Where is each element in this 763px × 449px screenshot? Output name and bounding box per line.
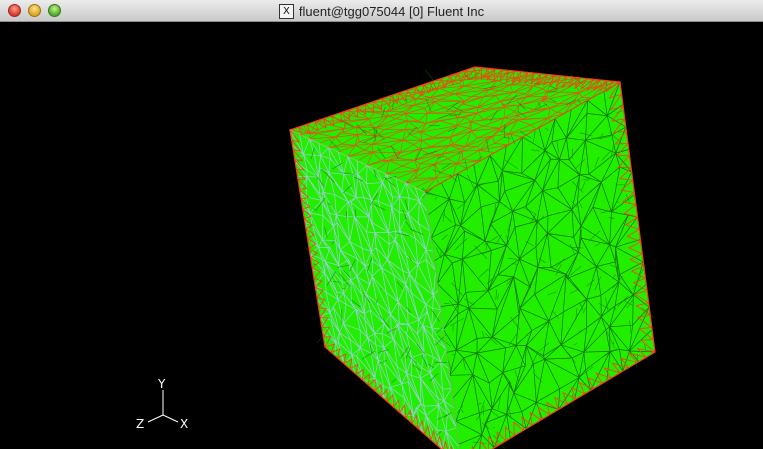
- y-axis-label: Y: [157, 377, 166, 391]
- window-title: fluent@tgg075044 [0] Fluent Inc: [298, 3, 485, 19]
- axes-triad: Y X Z: [136, 377, 188, 431]
- x-axis-line: [162, 414, 179, 423]
- z-axis-line: [147, 414, 164, 423]
- x11-icon: X: [278, 3, 294, 19]
- x-axis-label: X: [180, 417, 188, 431]
- graphics-viewport[interactable]: Y X Z: [0, 22, 763, 449]
- z-axis-label: Z: [136, 417, 144, 431]
- window-titlebar[interactable]: X fluent@tgg075044 [0] Fluent Inc: [0, 0, 763, 22]
- tetrahedral-mesh-cube: [289, 66, 656, 449]
- window-title-group: X fluent@tgg075044 [0] Fluent Inc: [0, 0, 763, 22]
- mesh-display[interactable]: Y X Z: [0, 22, 763, 449]
